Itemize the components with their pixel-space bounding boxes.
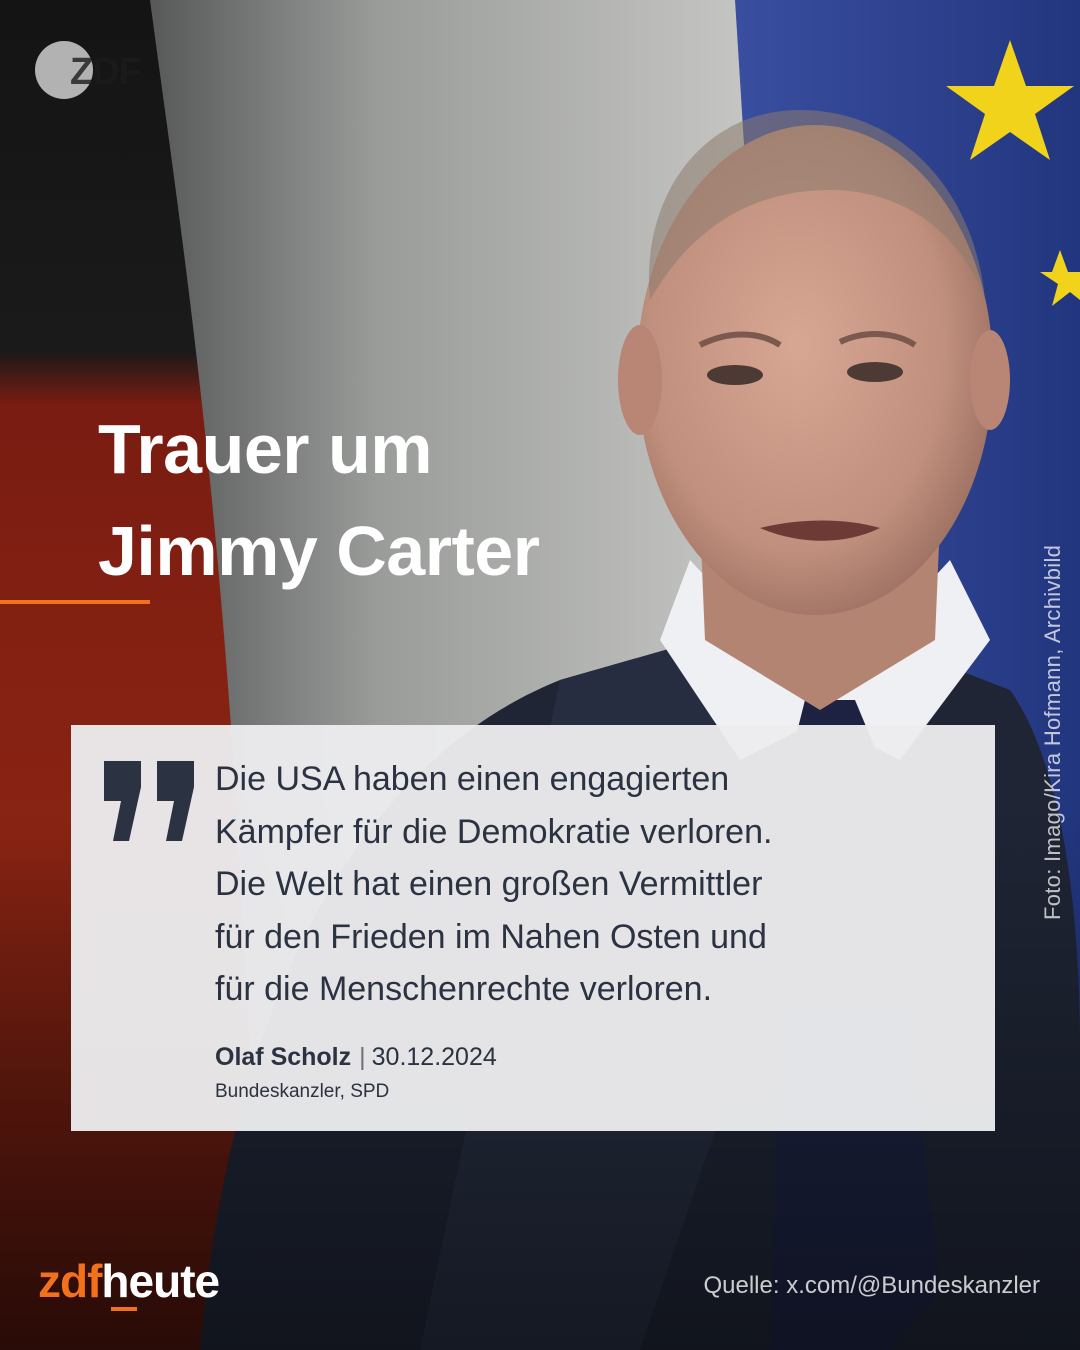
post-canvas: ZDF Trauer um Jimmy Carter Foto: Imago/K… [0,0,1080,1350]
headline-accent-line [0,600,150,604]
zdfheute-logo: zdfheute [38,1254,220,1314]
background-photo [0,0,1080,1350]
quote-date: 30.12.2024 [371,1043,497,1071]
headline: Trauer um Jimmy Carter [98,398,698,602]
zdf-logo-text: ZDF [70,51,141,93]
brand-underline [111,1307,138,1311]
quote-line: für den Frieden im Nahen Osten und [215,917,767,956]
quote-author-role: Bundeskanzler, SPD [215,1081,390,1102]
headline-line-2: Jimmy Carter [98,512,540,590]
quote-line: für die Menschenrechte verloren. [215,970,713,1008]
brand-heute: heute [101,1255,220,1311]
quote-text: Die USA haben einen engagierten Kämpfer … [215,753,985,1016]
attribution-separator: | [359,1043,366,1071]
photo-credit: Foto: Imago/Kira Hofmann, Archivbild [1040,544,1065,920]
quote-line: Kämpfer für die Demokratie verloren. [215,812,773,851]
brand-zdf: zdf [38,1255,102,1307]
headline-line-1: Trauer um [98,410,432,488]
quote-card: Die USA haben einen engagierten Kämpfer … [71,725,995,1131]
quote-author: Olaf Scholz [215,1043,352,1071]
quote-attribution: Olaf Scholz | 30.12.2024 [215,1043,497,1072]
quotation-mark-icon [104,761,194,841]
source-credit: Quelle: x.com/@Bundeskanzler [703,1272,1040,1299]
quote-line: Die USA haben einen engagierten [215,760,730,798]
brand-heute-text: heute [101,1255,220,1307]
quote-line: Die Welt hat einen großen Vermittler [215,865,763,903]
zdf-logo-icon: ZDF [35,41,142,99]
